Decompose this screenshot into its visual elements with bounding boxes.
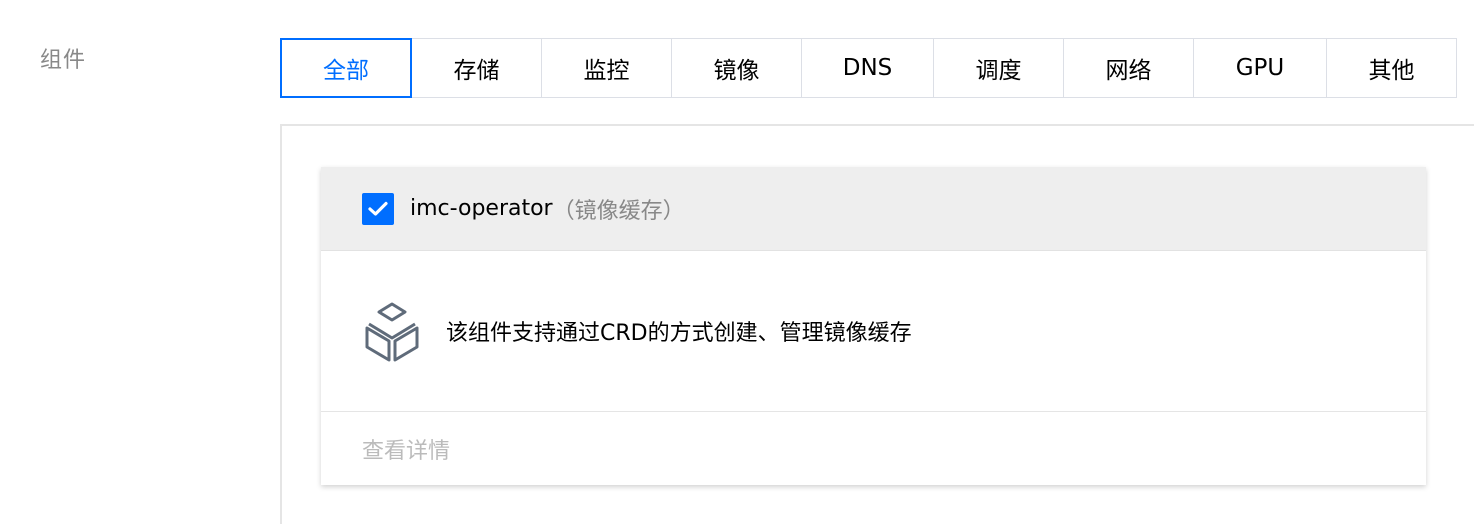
tab-monitoring[interactable]: 监控 <box>541 38 672 98</box>
check-icon <box>368 201 388 216</box>
addon-description: 该组件支持通过CRD的方式创建、管理镜像缓存 <box>446 321 912 346</box>
addon-category: （镜像缓存） <box>552 198 685 224</box>
addon-checkbox[interactable] <box>362 192 394 225</box>
addon-card-body: 该组件支持通过CRD的方式创建、管理镜像缓存 <box>321 251 1426 412</box>
view-details-link[interactable]: 查看详情 <box>362 433 450 465</box>
tab-other[interactable]: 其他 <box>1326 38 1457 98</box>
addon-card: imc-operator （镜像缓存） 该组件支持通过CRD的方式创建、管理镜像… <box>321 167 1426 485</box>
addon-card-footer: 查看详情 <box>321 412 1426 485</box>
tab-gpu[interactable]: GPU <box>1193 38 1327 98</box>
category-tabs: 全部 存储 监控 镜像 DNS 调度 网络 GPU 其他 <box>280 38 1457 98</box>
tab-network[interactable]: 网络 <box>1063 38 1194 98</box>
tab-storage[interactable]: 存储 <box>411 38 542 98</box>
tab-image[interactable]: 镜像 <box>671 38 802 98</box>
box-icon <box>362 300 422 362</box>
tab-scheduling[interactable]: 调度 <box>933 38 1064 98</box>
tab-all[interactable]: 全部 <box>280 38 412 98</box>
tab-dns[interactable]: DNS <box>801 38 934 98</box>
addon-card-header[interactable]: imc-operator （镜像缓存） <box>321 167 1426 251</box>
addon-name: imc-operator <box>410 196 553 221</box>
section-label: 组件 <box>40 48 87 73</box>
